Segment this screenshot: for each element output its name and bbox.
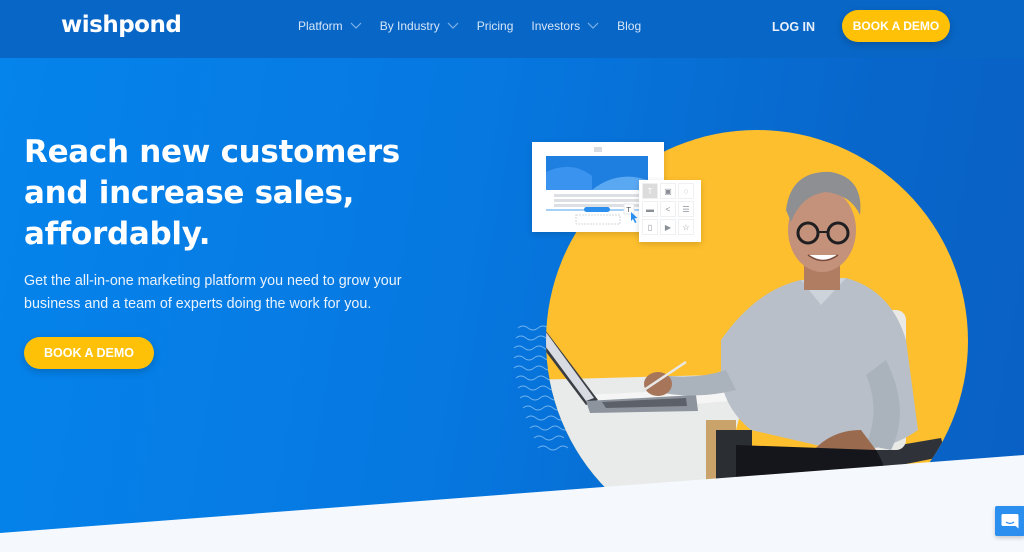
wishpond-logo[interactable]: wishpond <box>61 12 182 38</box>
subtext-line: business and a team of experts doing the… <box>24 296 372 312</box>
chat-bubble-icon: ◌ <box>678 183 694 199</box>
chevron-down-icon <box>350 22 362 29</box>
video-icon: ▶ <box>660 219 676 235</box>
headline-line: Reach new customers <box>24 134 400 170</box>
divider-icon: ▬ <box>642 201 658 217</box>
book-demo-button-hero[interactable]: BOOK A DEMO <box>24 337 154 369</box>
chevron-down-icon <box>587 22 599 29</box>
chevron-down-icon <box>447 22 459 29</box>
text-icon: T <box>642 183 658 199</box>
hero-headline: Reach new customers and increase sales, … <box>24 132 464 255</box>
main-nav: Platform By Industry Pricing Investors B… <box>298 19 659 33</box>
nav-item-label: Platform <box>298 19 343 33</box>
document-icon: ▯ <box>642 219 658 235</box>
headline-line: affordably. <box>24 216 211 252</box>
nav-item-platform[interactable]: Platform <box>298 19 362 33</box>
widget-palette: T ▣ ◌ ▬ < ☰ ▯ ▶ ☆ <box>639 180 701 242</box>
star-icon: ☆ <box>678 219 694 235</box>
subtext-line: Get the all-in-one marketing platform yo… <box>24 273 402 289</box>
list-icon: ☰ <box>678 201 694 217</box>
chat-icon <box>1001 514 1019 529</box>
chat-widget-button[interactable] <box>995 506 1024 536</box>
nav-item-label: Blog <box>617 19 642 33</box>
nav-item-by-industry[interactable]: By Industry <box>380 19 459 33</box>
hero-subtext: Get the all-in-one marketing platform yo… <box>24 270 444 316</box>
share-icon: < <box>660 201 676 217</box>
site-header: wishpond Platform By Industry Pricing In… <box>0 0 1024 58</box>
nav-item-investors[interactable]: Investors <box>531 19 599 33</box>
book-demo-button-header[interactable]: BOOK A DEMO <box>842 10 950 42</box>
nav-item-pricing[interactable]: Pricing <box>477 19 514 33</box>
nav-item-blog[interactable]: Blog <box>617 19 641 33</box>
login-link[interactable]: LOG IN <box>772 20 815 34</box>
headline-line: and increase sales, <box>24 175 355 211</box>
image-icon: ▣ <box>660 183 676 199</box>
nav-item-label: By Industry <box>379 19 440 33</box>
nav-item-label: Pricing <box>476 19 514 33</box>
text-tool-cursor-label: T <box>626 206 632 214</box>
nav-item-label: Investors <box>531 19 581 33</box>
